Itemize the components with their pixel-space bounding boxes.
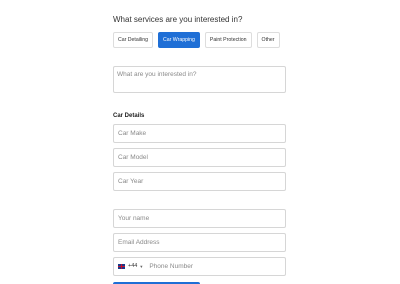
chevron-down-icon[interactable]: ▼: [139, 258, 143, 275]
car-make-field[interactable]: Car Make: [113, 124, 286, 143]
option-other[interactable]: Other: [256, 32, 280, 48]
option-car-detailing[interactable]: Car Detailing: [113, 32, 153, 48]
service-request-form: What services are you interested in? Car…: [113, 14, 286, 284]
phone-input[interactable]: Phone Number: [149, 258, 193, 275]
uk-flag-icon[interactable]: [117, 263, 126, 270]
name-field[interactable]: Your name: [113, 209, 286, 228]
car-year-field[interactable]: Car Year: [113, 172, 286, 191]
interest-textarea[interactable]: What are you interested in?: [113, 66, 286, 93]
car-details-heading: Car Details: [113, 113, 145, 119]
page: What services are you interested in? Car…: [0, 0, 400, 284]
dial-code[interactable]: +44: [128, 258, 137, 275]
service-options: Car Detailing Car Wrapping Paint Protect…: [113, 32, 286, 48]
services-question: What services are you interested in?: [113, 15, 243, 24]
phone-field[interactable]: +44 ▼ Phone Number: [113, 257, 286, 276]
email-field[interactable]: Email Address: [113, 233, 286, 252]
option-paint-protection[interactable]: Paint Protection: [204, 32, 252, 48]
car-model-field[interactable]: Car Model: [113, 148, 286, 167]
option-car-wrapping[interactable]: Car Wrapping: [158, 32, 200, 48]
